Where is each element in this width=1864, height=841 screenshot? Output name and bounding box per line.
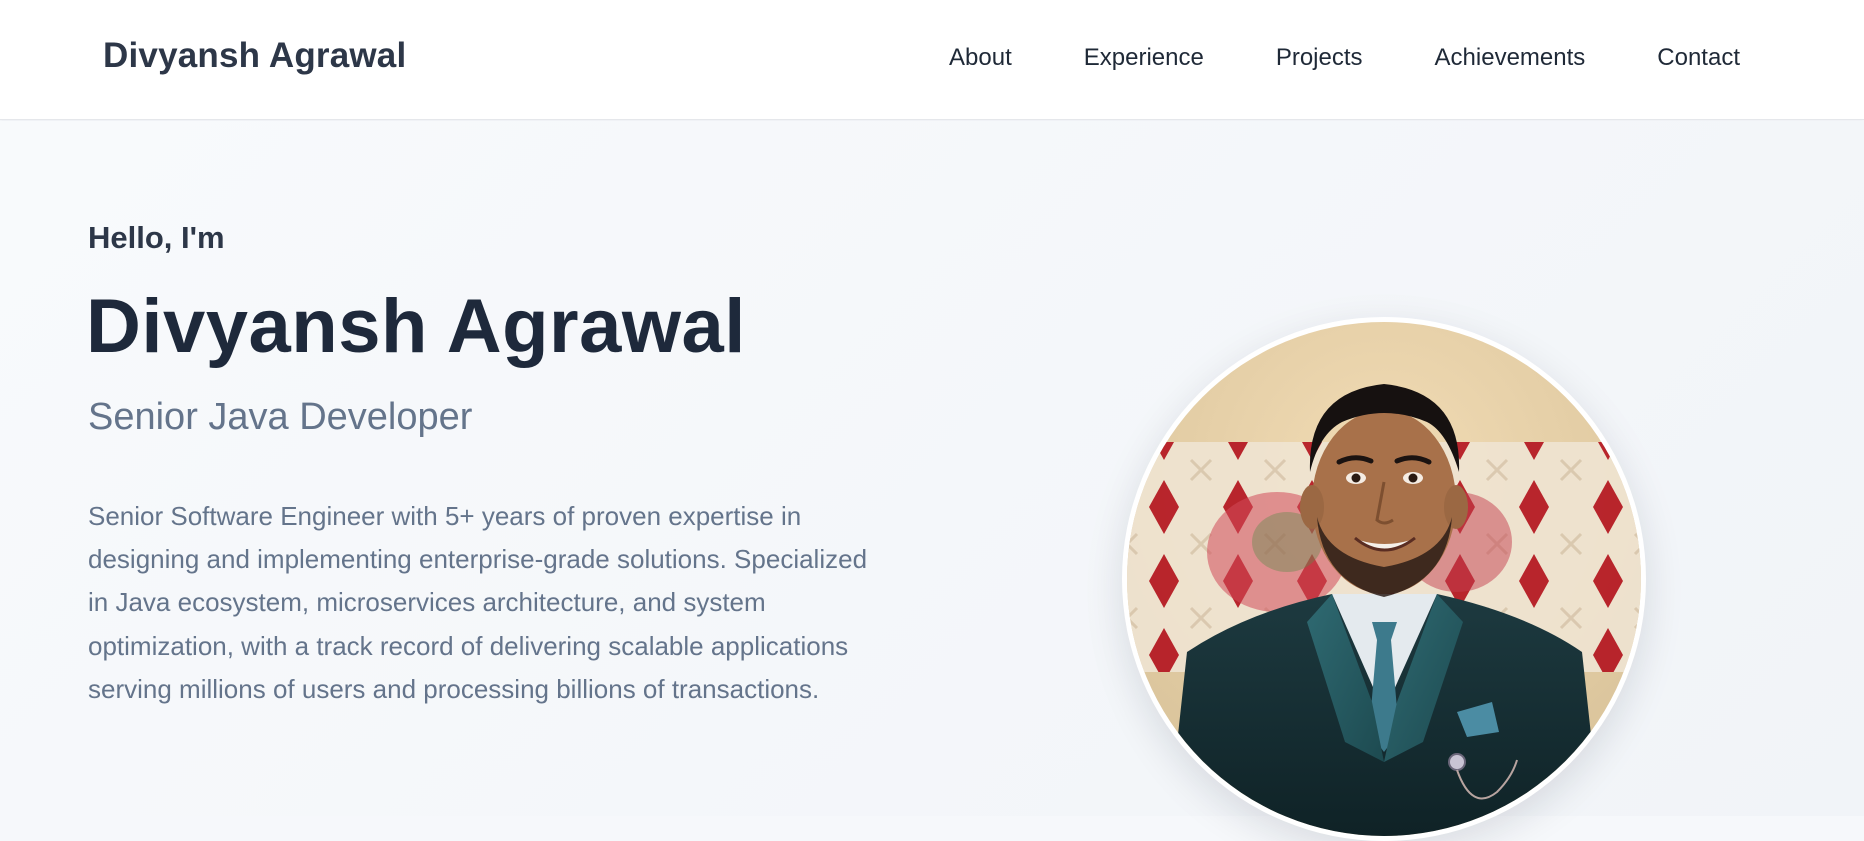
nav-menu: About Experience Projects Achievements C… [949, 44, 1740, 72]
hero-section: Hello, I'm Divyansh Agrawal Senior Java … [0, 121, 1864, 841]
profile-photo [1127, 322, 1641, 836]
brand-logo[interactable]: Divyansh Agrawal [103, 36, 406, 76]
hero-name: Divyansh Agrawal [86, 284, 746, 369]
hero-description: Senior Software Engineer with 5+ years o… [88, 501, 868, 704]
hero-role: Senior Java Developer [88, 396, 473, 438]
profile-photo-frame [1122, 317, 1646, 841]
navbar: Divyansh Agrawal About Experience Projec… [0, 0, 1864, 120]
nav-link-achievements[interactable]: Achievements [1435, 44, 1586, 72]
nav-link-experience[interactable]: Experience [1084, 44, 1204, 72]
hero-greeting: Hello, I'm [88, 220, 225, 255]
nav-link-about[interactable]: About [949, 44, 1012, 72]
nav-link-contact[interactable]: Contact [1657, 44, 1740, 72]
nav-link-projects[interactable]: Projects [1276, 44, 1363, 72]
profile-photo-illustration [1127, 322, 1641, 836]
